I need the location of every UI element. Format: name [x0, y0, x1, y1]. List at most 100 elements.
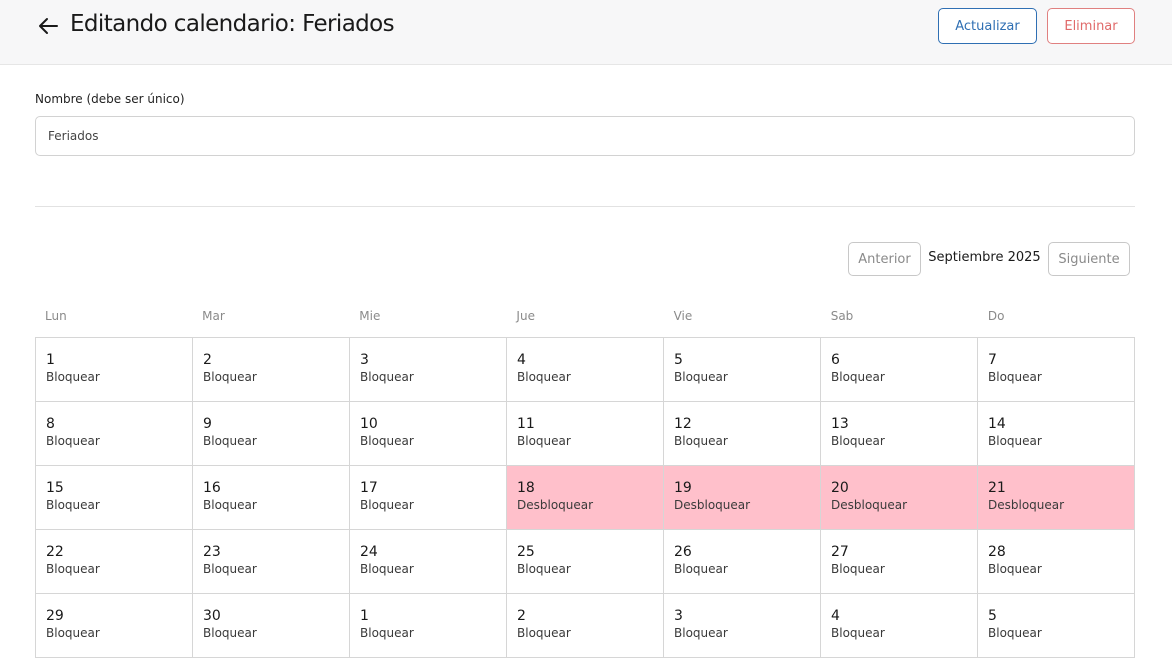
- day-number: 1: [46, 352, 55, 368]
- calendar-day-cell[interactable]: 30 Bloquear: [193, 594, 350, 658]
- calendar-day-cell[interactable]: 8 Bloquear: [36, 402, 193, 466]
- unblock-day-link[interactable]: Desbloquear: [674, 498, 820, 513]
- block-day-link[interactable]: Bloquear: [517, 370, 663, 385]
- current-month-label: Septiembre 2025: [928, 250, 1041, 265]
- day-number: 11: [517, 416, 535, 432]
- block-day-link[interactable]: Bloquear: [674, 562, 820, 577]
- weekday-label: Sab: [830, 309, 854, 323]
- calendar-day-cell[interactable]: 22 Bloquear: [36, 530, 193, 594]
- calendar-day-cell[interactable]: 13 Bloquear: [821, 402, 978, 466]
- block-day-link[interactable]: Bloquear: [203, 370, 349, 385]
- day-number: 6: [831, 352, 840, 368]
- day-number: 8: [46, 416, 55, 432]
- block-day-link[interactable]: Bloquear: [831, 562, 977, 577]
- unblock-day-link[interactable]: Desbloquear: [517, 498, 663, 513]
- calendar-day-cell[interactable]: 4 Bloquear: [507, 338, 664, 402]
- block-day-link[interactable]: Bloquear: [517, 562, 663, 577]
- delete-button[interactable]: Eliminar: [1047, 8, 1135, 44]
- calendar-day-cell[interactable]: 14 Bloquear: [978, 402, 1135, 466]
- day-number: 10: [360, 416, 378, 432]
- day-number: 4: [831, 608, 840, 624]
- unblock-day-link[interactable]: Desbloquear: [831, 498, 977, 513]
- day-number: 13: [831, 416, 849, 432]
- calendar-day-cell[interactable]: 17 Bloquear: [350, 466, 507, 530]
- unblock-day-link[interactable]: Desbloquear: [988, 498, 1134, 513]
- weekday-header-row: Lun Mar Mie Jue Vie Sab Do: [35, 309, 1135, 325]
- block-day-link[interactable]: Bloquear: [988, 434, 1134, 449]
- block-day-link[interactable]: Bloquear: [203, 498, 349, 513]
- calendar-day-cell[interactable]: 25 Bloquear: [507, 530, 664, 594]
- day-number: 5: [988, 608, 997, 624]
- next-month-button[interactable]: Siguiente: [1048, 242, 1130, 276]
- block-day-link[interactable]: Bloquear: [46, 562, 192, 577]
- calendar-day-cell[interactable]: 15 Bloquear: [36, 466, 193, 530]
- block-day-link[interactable]: Bloquear: [988, 370, 1134, 385]
- block-day-link[interactable]: Bloquear: [203, 562, 349, 577]
- block-day-link[interactable]: Bloquear: [831, 626, 977, 641]
- block-day-link[interactable]: Bloquear: [831, 370, 977, 385]
- block-day-link[interactable]: Bloquear: [360, 498, 506, 513]
- day-number: 4: [517, 352, 526, 368]
- block-day-link[interactable]: Bloquear: [46, 626, 192, 641]
- name-field-label: Nombre (debe ser único): [35, 92, 185, 106]
- calendar-day-cell[interactable]: 3 Bloquear: [664, 594, 821, 658]
- block-day-link[interactable]: Bloquear: [831, 434, 977, 449]
- day-number: 22: [46, 544, 64, 560]
- calendar-day-cell[interactable]: 9 Bloquear: [193, 402, 350, 466]
- calendar-day-cell[interactable]: 5 Bloquear: [664, 338, 821, 402]
- block-day-link[interactable]: Bloquear: [46, 370, 192, 385]
- calendar-day-cell[interactable]: 2 Bloquear: [507, 594, 664, 658]
- weekday-label: Do: [987, 309, 1005, 323]
- block-day-link[interactable]: Bloquear: [203, 434, 349, 449]
- day-number: 2: [517, 608, 526, 624]
- day-number: 12: [674, 416, 692, 432]
- block-day-link[interactable]: Bloquear: [360, 434, 506, 449]
- day-number: 20: [831, 480, 849, 496]
- block-day-link[interactable]: Bloquear: [517, 626, 663, 641]
- calendar-day-cell[interactable]: 16 Bloquear: [193, 466, 350, 530]
- calendar-day-cell[interactable]: 3 Bloquear: [350, 338, 507, 402]
- back-arrow-icon[interactable]: [34, 12, 62, 40]
- calendar-day-cell[interactable]: 11 Bloquear: [507, 402, 664, 466]
- calendar-day-cell[interactable]: 18 Desbloquear: [507, 466, 664, 530]
- previous-month-button[interactable]: Anterior: [848, 242, 921, 276]
- block-day-link[interactable]: Bloquear: [360, 370, 506, 385]
- block-day-link[interactable]: Bloquear: [46, 434, 192, 449]
- calendar-day-cell[interactable]: 29 Bloquear: [36, 594, 193, 658]
- day-number: 3: [360, 352, 369, 368]
- calendar-day-cell[interactable]: 26 Bloquear: [664, 530, 821, 594]
- block-day-link[interactable]: Bloquear: [203, 626, 349, 641]
- calendar-day-cell[interactable]: 23 Bloquear: [193, 530, 350, 594]
- block-day-link[interactable]: Bloquear: [360, 626, 506, 641]
- calendar-day-cell[interactable]: 6 Bloquear: [821, 338, 978, 402]
- calendar-grid: 1 Bloquear 2 Bloquear 3 Bloquear 4 Bloquear 5 Blo…: [35, 337, 1135, 658]
- calendar-day-cell[interactable]: 20 Desbloquear: [821, 466, 978, 530]
- block-day-link[interactable]: Bloquear: [674, 626, 820, 641]
- block-day-link[interactable]: Bloquear: [674, 434, 820, 449]
- block-day-link[interactable]: Bloquear: [46, 498, 192, 513]
- update-button[interactable]: Actualizar: [938, 8, 1037, 44]
- block-day-link[interactable]: Bloquear: [988, 562, 1134, 577]
- calendar-day-cell[interactable]: 1 Bloquear: [350, 594, 507, 658]
- name-input[interactable]: [35, 116, 1135, 156]
- calendar-day-cell[interactable]: 27 Bloquear: [821, 530, 978, 594]
- block-day-link[interactable]: Bloquear: [360, 562, 506, 577]
- calendar-day-cell[interactable]: 28 Bloquear: [978, 530, 1135, 594]
- calendar-day-cell[interactable]: 19 Desbloquear: [664, 466, 821, 530]
- calendar-day-cell[interactable]: 12 Bloquear: [664, 402, 821, 466]
- calendar-day-cell[interactable]: 1 Bloquear: [36, 338, 193, 402]
- calendar-day-cell[interactable]: 4 Bloquear: [821, 594, 978, 658]
- day-number: 17: [360, 480, 378, 496]
- block-day-link[interactable]: Bloquear: [517, 434, 663, 449]
- calendar-day-cell[interactable]: 24 Bloquear: [350, 530, 507, 594]
- day-number: 19: [674, 480, 692, 496]
- calendar-day-cell[interactable]: 7 Bloquear: [978, 338, 1135, 402]
- day-number: 28: [988, 544, 1006, 560]
- calendar-day-cell[interactable]: 2 Bloquear: [193, 338, 350, 402]
- block-day-link[interactable]: Bloquear: [988, 626, 1134, 641]
- calendar-day-cell[interactable]: 5 Bloquear: [978, 594, 1135, 658]
- page-header: Editando calendario: Feriados Actualizar…: [0, 0, 1172, 65]
- calendar-day-cell[interactable]: 21 Desbloquear: [978, 466, 1135, 530]
- block-day-link[interactable]: Bloquear: [674, 370, 820, 385]
- calendar-day-cell[interactable]: 10 Bloquear: [350, 402, 507, 466]
